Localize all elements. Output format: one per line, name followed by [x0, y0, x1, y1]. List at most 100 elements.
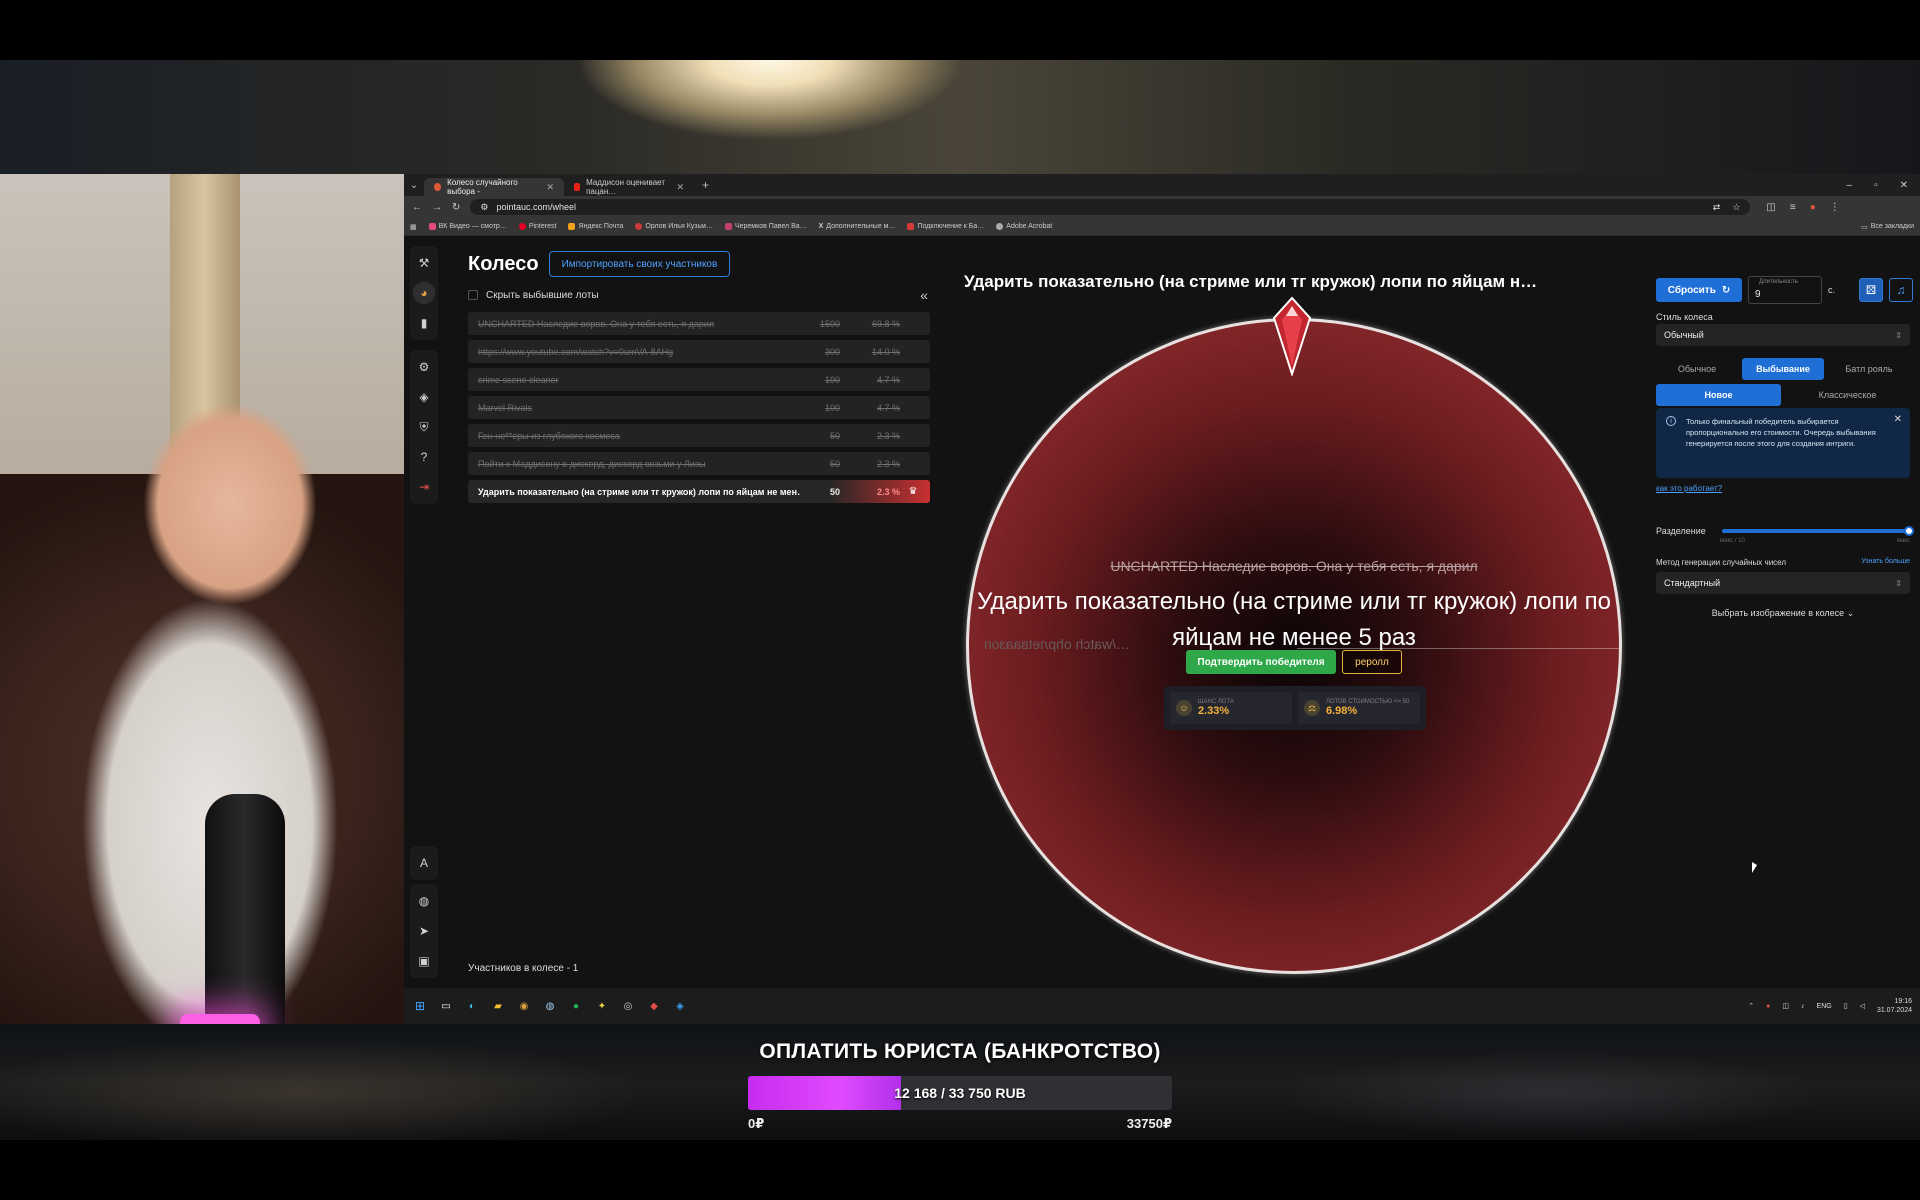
obs-icon[interactable]: ◎ [620, 998, 636, 1014]
site-info-icon[interactable]: ⚙ [480, 202, 488, 213]
collapse-icon[interactable]: « [920, 287, 928, 303]
lot-row[interactable]: UNCHARTED Наследие воров. Она у тебя ест… [468, 312, 930, 335]
all-bookmarks[interactable]: ▭ Все закладки [1861, 223, 1914, 231]
twitch-icon[interactable]: ▣ [413, 950, 435, 972]
lot-row-active[interactable]: Ударить показательно (на стриме или тг к… [468, 480, 930, 503]
gear-icon[interactable]: ⚙ [413, 356, 435, 378]
logout-icon[interactable]: ⇥ [413, 476, 435, 498]
github-icon[interactable]: ◍ [413, 890, 435, 912]
bookmark-item[interactable]: Pinterest [518, 223, 556, 230]
auction-hammer-icon[interactable]: ⚒ [413, 252, 435, 274]
layers-icon[interactable]: ◈ [413, 386, 435, 408]
chrome-icon[interactable]: ◉ [516, 998, 532, 1014]
clock[interactable]: 19:16 31.07.2024 [1877, 997, 1912, 1015]
windows-start-icon[interactable]: ⊞ [412, 998, 428, 1014]
bookmark-star-icon[interactable]: ☆ [1732, 202, 1740, 213]
reload-icon[interactable]: ↻ [452, 202, 460, 213]
app-icon[interactable]: ✦ [594, 998, 610, 1014]
rng-select[interactable]: Стандартный ⇕ [1656, 572, 1910, 594]
network-icon[interactable]: ▯ [1844, 1002, 1848, 1010]
confirm-winner-button[interactable]: Подтвердить победителя [1186, 650, 1336, 674]
volume-icon[interactable]: ◁ [1860, 1002, 1865, 1010]
tab-new[interactable]: Новое [1656, 384, 1781, 406]
lot-row[interactable]: crime scene cleaner 100 4.7 % [468, 368, 930, 391]
duration-input[interactable]: Длительность 9 [1748, 276, 1822, 304]
close-icon[interactable]: ✕ [1894, 414, 1902, 425]
lot-row[interactable]: Ген-не**еры из глубокого космоса 50 2.3 % [468, 424, 930, 447]
menu-icon[interactable]: ⋮ [1830, 202, 1840, 213]
learn-more-link[interactable]: Узнать больше [1861, 558, 1910, 567]
bookmark-item[interactable]: Adobe Acrobat [996, 223, 1052, 230]
wheel-style-select[interactable]: Обычный ⇕ [1656, 324, 1910, 346]
reroll-button[interactable]: реролл [1342, 650, 1402, 674]
file-explorer-icon[interactable]: ▰ [490, 998, 506, 1014]
media-icon[interactable]: ≡ [1790, 202, 1796, 213]
how-it-works-link[interactable]: как это работает? [1656, 484, 1722, 493]
lot-row[interactable]: Пойти к Маддисону в дискорд, дискорд воз… [468, 452, 930, 475]
new-tab-icon[interactable]: + [694, 178, 717, 192]
bookmark-item[interactable]: Подключение к Ба… [907, 223, 984, 230]
language-icon[interactable]: A [413, 852, 435, 874]
tab-youtube[interactable]: Маддисон оценивает пацан… ✕ [564, 178, 694, 196]
microphone-icon[interactable]: ♪ [1801, 1003, 1805, 1010]
bookmark-item[interactable]: Черемков Павел Ва… [724, 223, 807, 230]
edge-icon[interactable]: ◐ [464, 998, 480, 1014]
spotify-icon[interactable]: ● [568, 998, 584, 1014]
tray-app-icon[interactable]: ● [1766, 1003, 1770, 1010]
bookmark-item[interactable]: Яндекс Почта [568, 223, 623, 230]
tab-mode-normal[interactable]: Обычное [1656, 358, 1738, 380]
close-icon[interactable]: ✕ [546, 182, 554, 193]
tray-app-icon[interactable]: ◫ [1782, 1002, 1789, 1010]
duration-label: Длительность [1759, 279, 1798, 285]
lot-name: UNCHARTED Наследие воров. Она у тебя ест… [478, 318, 715, 329]
tab-mode-elimination[interactable]: Выбывание [1742, 358, 1824, 380]
reset-button[interactable]: Сбросить ↻ [1656, 278, 1742, 302]
lot-amount: 300 [824, 346, 840, 357]
bookmark-item[interactable]: X Дополнительные м… [819, 223, 896, 230]
select-wheel-image-button[interactable]: Выбрать изображение в колесе ⌄ [1656, 608, 1910, 619]
split-slider-handle[interactable] [1904, 526, 1914, 536]
back-icon[interactable]: ← [412, 202, 422, 213]
app-icon[interactable]: ◈ [672, 998, 688, 1014]
youtube-icon [574, 183, 581, 191]
chevron-up-icon[interactable]: ⌃ [1748, 1002, 1754, 1010]
apps-icon[interactable]: ▦ [410, 223, 417, 231]
steam-icon[interactable]: ◍ [542, 998, 558, 1014]
hide-eliminated-checkbox[interactable] [468, 290, 478, 300]
language-indicator[interactable]: ENG [1817, 1003, 1832, 1010]
extensions-icon[interactable]: ◫ [1766, 202, 1775, 213]
stats-icon[interactable]: ▮ [413, 312, 435, 334]
lot-row[interactable]: https://www.youtube.com/watch?v=0umVA-8A… [468, 340, 930, 363]
task-view-icon[interactable]: ▭ [438, 998, 454, 1014]
webcam-feed [0, 174, 404, 1024]
tab-mode-battle-royale[interactable]: Батл рояль [1828, 358, 1910, 380]
maximize-icon[interactable]: ▫ [1874, 180, 1878, 191]
telegram-icon[interactable]: ➤ [413, 920, 435, 942]
help-icon[interactable]: ? [413, 446, 435, 468]
shield-icon[interactable]: ⛨ [413, 416, 435, 438]
profile-icon[interactable]: ● [1810, 202, 1816, 213]
translate-icon[interactable]: ⇄ [1713, 202, 1721, 213]
bookmark-item[interactable]: Орлов Илья Кузьм… [635, 223, 713, 230]
window-close-icon[interactable]: ✕ [1900, 180, 1908, 191]
lot-row[interactable]: Marvel Rivals 100 4.7 % [468, 396, 930, 419]
tab-search-icon[interactable]: ⌄ [404, 174, 424, 196]
page-title: Колесо [468, 252, 539, 275]
duration-value: 9 [1755, 289, 1761, 300]
url-input[interactable]: ⚙ pointauc.com/wheel ⇄ ☆ [470, 199, 1751, 215]
duration-unit: с. [1828, 285, 1836, 295]
bookmark-item[interactable]: ВК Видео — смотр… [428, 223, 507, 230]
split-slider[interactable] [1722, 526, 1914, 536]
forward-icon[interactable]: → [432, 202, 442, 213]
tab-classic[interactable]: Классическое [1785, 384, 1910, 406]
app-icon[interactable]: ◆ [646, 998, 662, 1014]
hide-eliminated-toggle[interactable]: Скрыть выбывшие лоты « [468, 287, 938, 303]
split-row: Разделение [1656, 526, 1914, 536]
dice-icon[interactable]: ⚄ [1859, 278, 1884, 302]
music-icon[interactable]: ♫ [1889, 278, 1914, 302]
tab-wheel[interactable]: Колесо случайного выбора - ✕ [424, 178, 564, 196]
wheel-icon[interactable]: ◕ [413, 282, 435, 304]
close-icon[interactable]: ✕ [676, 182, 684, 193]
import-participants-button[interactable]: Импортировать своих участников [548, 251, 731, 277]
minimize-icon[interactable]: – [1847, 180, 1853, 191]
